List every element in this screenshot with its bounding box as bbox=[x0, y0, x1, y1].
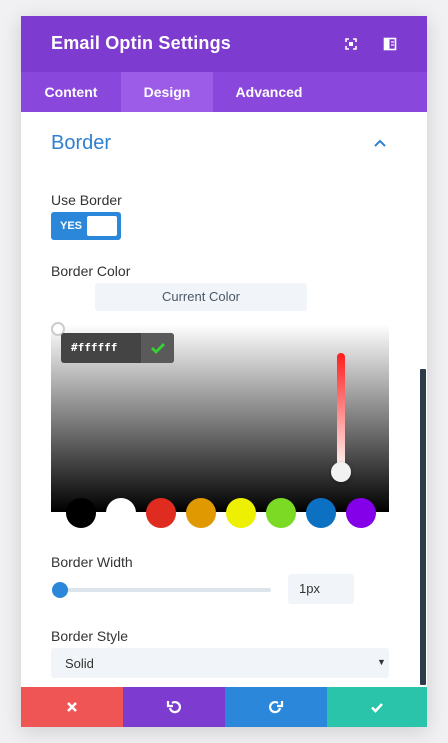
tab-content[interactable]: Content bbox=[21, 72, 121, 112]
dropdown-arrow-icon: ▼ bbox=[377, 657, 386, 667]
swatch-black[interactable] bbox=[66, 498, 96, 528]
close-icon bbox=[67, 702, 77, 712]
save-button[interactable] bbox=[327, 687, 427, 727]
cancel-button[interactable] bbox=[21, 687, 123, 727]
swatch-green[interactable] bbox=[266, 498, 296, 528]
hex-input[interactable]: #ffffff bbox=[61, 333, 174, 363]
modal-title: Email Optin Settings bbox=[51, 33, 232, 53]
toggle-label: YES bbox=[60, 220, 83, 232]
hue-slider-handle[interactable] bbox=[331, 462, 351, 482]
swatch-blue[interactable] bbox=[306, 498, 336, 528]
tab-advanced[interactable]: Advanced bbox=[213, 72, 325, 112]
use-border-label: Use Border bbox=[51, 192, 122, 208]
sidebar-layout-icon[interactable] bbox=[382, 36, 398, 52]
check-icon bbox=[371, 703, 383, 713]
border-style-label: Border Style bbox=[51, 628, 129, 644]
chevron-up-icon[interactable] bbox=[373, 136, 387, 150]
hue-slider[interactable] bbox=[337, 353, 345, 474]
redo-icon bbox=[269, 700, 284, 714]
settings-modal: Email Optin Settings Content Design Adva… bbox=[21, 16, 427, 727]
swatch-purple[interactable] bbox=[346, 498, 376, 528]
border-width-label: Border Width bbox=[51, 554, 133, 570]
border-width-slider[interactable] bbox=[61, 588, 271, 592]
swatch-orange[interactable] bbox=[186, 498, 216, 528]
swatch-yellow[interactable] bbox=[226, 498, 256, 528]
undo-button[interactable] bbox=[123, 687, 225, 727]
toggle-knob bbox=[87, 216, 117, 236]
swatch-red[interactable] bbox=[146, 498, 176, 528]
undo-icon bbox=[166, 700, 181, 714]
border-width-slider-handle[interactable] bbox=[52, 582, 68, 598]
hex-value: #ffffff bbox=[71, 341, 118, 354]
expand-icon[interactable] bbox=[343, 36, 359, 52]
redo-button[interactable] bbox=[225, 687, 327, 727]
border-width-input[interactable]: 1px bbox=[288, 574, 354, 604]
confirm-color-button[interactable] bbox=[141, 333, 174, 363]
modal-header: Email Optin Settings bbox=[21, 16, 427, 72]
border-color-label: Border Color bbox=[51, 263, 131, 279]
border-style-value: Solid bbox=[65, 656, 94, 671]
current-color-button[interactable]: Current Color bbox=[95, 283, 307, 311]
swatch-white[interactable] bbox=[106, 498, 136, 528]
use-border-toggle[interactable]: YES bbox=[51, 212, 121, 240]
tab-bar: Content Design Advanced bbox=[21, 72, 427, 112]
tab-design[interactable]: Design bbox=[121, 72, 213, 112]
section-title[interactable]: Border bbox=[51, 132, 111, 155]
border-style-select[interactable]: Solid ▼ bbox=[51, 648, 389, 678]
scrollbar[interactable] bbox=[420, 369, 426, 685]
modal-footer bbox=[21, 687, 427, 727]
settings-content: Border Use Border YES Border Color Curre… bbox=[21, 112, 427, 687]
